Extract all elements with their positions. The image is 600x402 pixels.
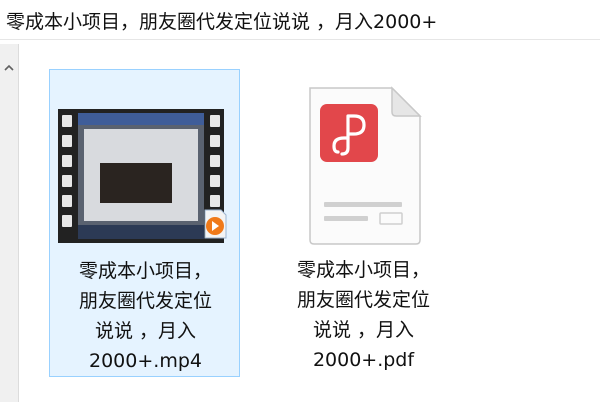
file-item-pdf[interactable]: 零成本小项目， 朋友圈代发定位 说说 ，月入 2000+.pdf <box>268 69 459 377</box>
file-name-label[interactable]: 零成本小项目， 朋友圈代发定位 说说 ，月入 2000+.pdf <box>268 255 459 375</box>
video-frame-preview <box>78 113 204 239</box>
scroll-up-arrow-icon[interactable] <box>3 62 15 74</box>
pdf-file-icon <box>304 82 424 251</box>
window-title: 零成本小项目，朋友圈代发定位说说 ，月入2000+ <box>6 11 438 33</box>
pdf-thumbnail <box>268 69 459 249</box>
file-item-video[interactable]: 零成本小项目， 朋友圈代发定位 说说 ，月入 2000+.mp4 <box>49 69 240 377</box>
navigation-pane-scrollbar[interactable] <box>0 44 19 402</box>
video-thumbnail <box>50 70 241 250</box>
file-name-label[interactable]: 零成本小项目， 朋友圈代发定位 说说 ，月入 2000+.mp4 <box>50 256 241 376</box>
filmstrip-icon <box>58 109 224 243</box>
play-icon <box>202 208 228 240</box>
window-title-bar: 零成本小项目，朋友圈代发定位说说 ，月入2000+ <box>0 0 600 40</box>
